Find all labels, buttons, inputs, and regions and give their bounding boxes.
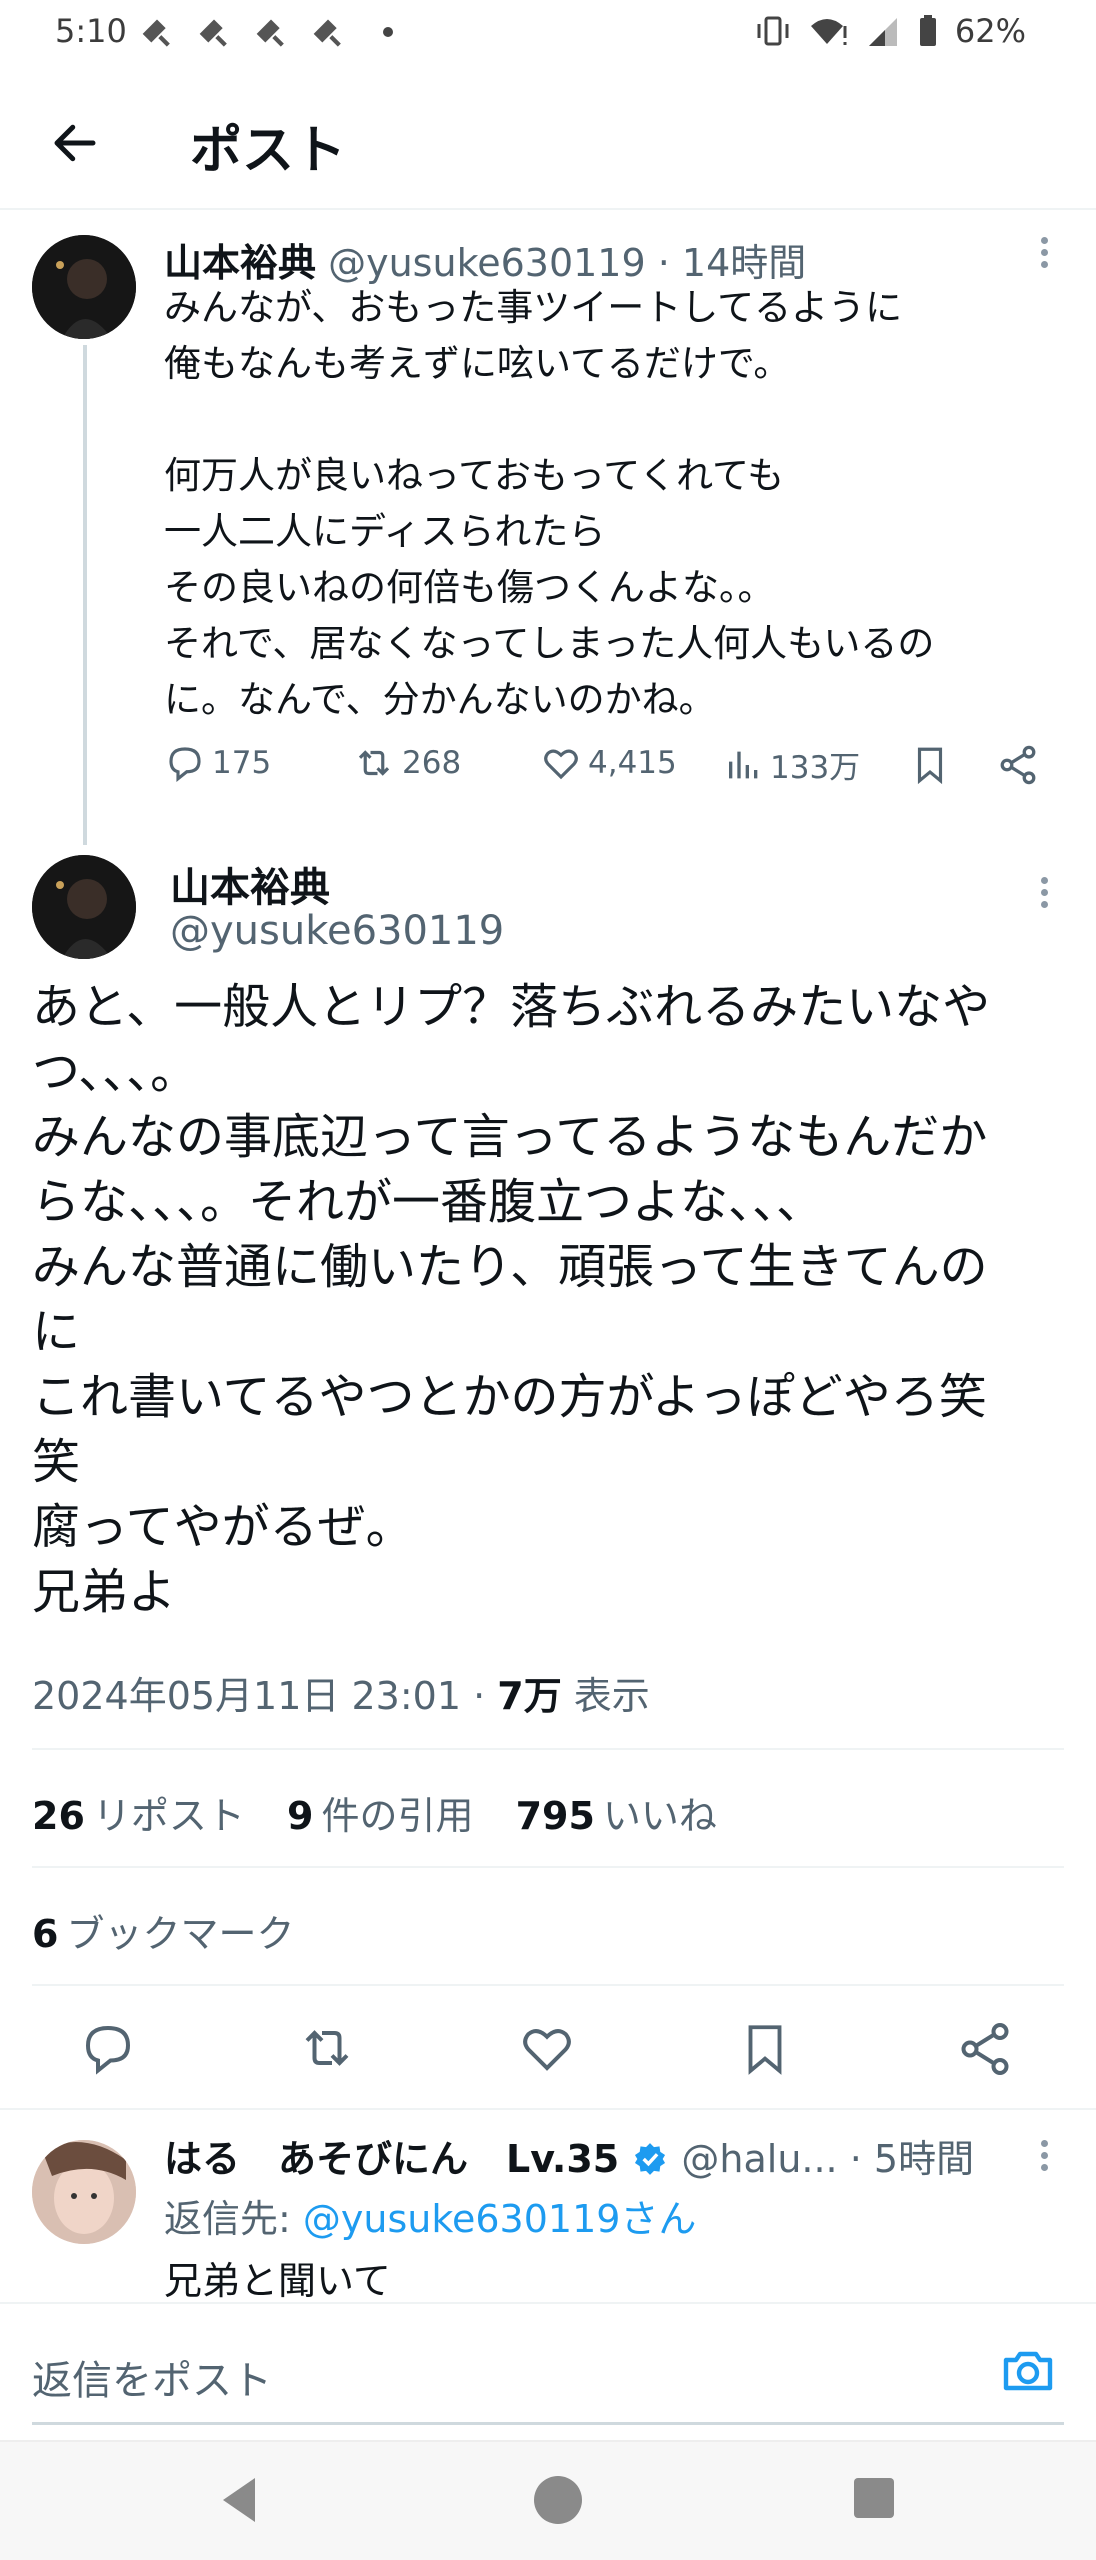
post-text: みんなが、おもった事ツイートしてるように 俺もなんも考えずに呟いてるだけで。 何… [164, 286, 935, 721]
avatar[interactable] [32, 235, 136, 339]
reply-to-line: 返信先: @yusuke630119さん [164, 2197, 697, 2241]
notification-icon [256, 19, 284, 47]
notification-icon [199, 19, 227, 47]
notification-icon [313, 19, 341, 47]
avatar[interactable] [32, 2140, 136, 2244]
repost-icon[interactable] [296, 2018, 358, 2078]
reply-icon[interactable] [78, 2018, 138, 2078]
bookmarks-stat[interactable]: 6 ブックマーク [32, 1903, 294, 1958]
post-date: 2024年05月11日 23:01 · [32, 1674, 498, 1718]
top-app-bar: ポスト [0, 80, 1096, 210]
repost-icon [358, 750, 390, 776]
reply-composer[interactable]: 返信をポスト [0, 2302, 1096, 2437]
signal-icon [868, 18, 897, 46]
system-navigation-bar [0, 2440, 1096, 2560]
more-options-icon[interactable] [1038, 232, 1050, 282]
repost-button[interactable]: 268 [352, 742, 461, 784]
wifi-icon [810, 19, 847, 45]
heart-icon [544, 749, 578, 780]
nav-back-icon[interactable] [215, 2474, 263, 2526]
divider [0, 2108, 1096, 2110]
bookmark-icon[interactable] [909, 742, 951, 788]
author-handle[interactable]: @yusuke630119 [170, 908, 504, 954]
main-post-text: あと、一般人とリプ？落ちぶれるみたいなや つ、、、。 みんなの事底辺って言ってる… [32, 979, 991, 1620]
back-arrow-icon[interactable] [48, 116, 102, 170]
share-icon[interactable] [996, 742, 1040, 788]
battery-icon [919, 15, 936, 46]
input-underline [32, 2422, 1064, 2425]
author-name[interactable]: 山本裕典 [164, 241, 316, 285]
repost-count: 268 [402, 745, 462, 781]
post-author-line: 山本裕典 @yusuke630119 · 14時間 [164, 232, 806, 287]
verified-badge-icon [635, 2143, 666, 2175]
status-right: 62% [755, 12, 1026, 50]
author-name[interactable]: 山本裕典 [170, 855, 330, 913]
like-button[interactable]: 4,415 [540, 742, 677, 784]
camera-icon[interactable] [1000, 2344, 1056, 2396]
divider [32, 1748, 1064, 1750]
thread-line [83, 345, 87, 845]
author-handle[interactable]: @halu... [681, 2137, 837, 2181]
views-button[interactable]: 133万 [724, 742, 860, 787]
battery-percent: 62% [954, 12, 1026, 50]
reply-button[interactable]: 175 [164, 742, 271, 784]
reply-author-line: はる あそびにん Lv.35 @halu... · 5時間 [164, 2128, 974, 2183]
nav-recents-icon[interactable] [852, 2476, 896, 2520]
reply-input[interactable]: 返信をポスト [32, 2348, 272, 2406]
status-bar: 5:10 62% [0, 0, 1096, 64]
views-chart-icon [729, 751, 758, 778]
likes-stat[interactable]: 795 いいね [516, 1794, 717, 1838]
vibrate-icon [757, 16, 789, 46]
nav-home-icon[interactable] [532, 2474, 584, 2526]
more-notifications-dot [383, 27, 393, 37]
post-time: · 5時間 [849, 2137, 975, 2181]
bookmark-icon[interactable] [736, 2018, 794, 2080]
author-name[interactable]: はる あそびにん Lv.35 [164, 2137, 619, 2181]
engagement-stats: 26 リポスト 9 件の引用 795 いいね [32, 1785, 717, 1840]
views-count: 133万 [770, 750, 861, 786]
share-icon[interactable] [955, 2018, 1015, 2080]
author-handle[interactable]: @yusuke630119 [328, 241, 646, 285]
views-label: 表示 [561, 1674, 650, 1718]
views-count: 7万 [497, 1674, 562, 1718]
heart-icon[interactable] [517, 2018, 577, 2078]
page-title: ポスト [190, 121, 347, 181]
reply-text: 兄弟と聞いて [164, 2259, 391, 2303]
reposts-stat[interactable]: 26 リポスト [32, 1794, 245, 1838]
notification-icon [142, 19, 170, 47]
avatar[interactable] [32, 855, 136, 959]
reply-to-mention[interactable]: @yusuke630119さん [303, 2197, 697, 2241]
post-time: · 14時間 [657, 241, 807, 285]
more-options-icon[interactable] [1038, 2135, 1050, 2185]
post-actions: 175 268 4,415 133万 [164, 742, 1044, 802]
post-meta: 2024年05月11日 23:01 · 7万 表示 [32, 1665, 650, 1720]
more-options-icon[interactable] [1038, 872, 1050, 922]
status-time: 5:10 [55, 12, 127, 50]
like-count: 4,415 [588, 745, 677, 781]
reply-icon [169, 747, 201, 783]
reply-count: 175 [212, 745, 272, 781]
divider [32, 1984, 1064, 1986]
quotes-stat[interactable]: 9 件の引用 [287, 1794, 473, 1838]
divider [32, 1866, 1064, 1868]
